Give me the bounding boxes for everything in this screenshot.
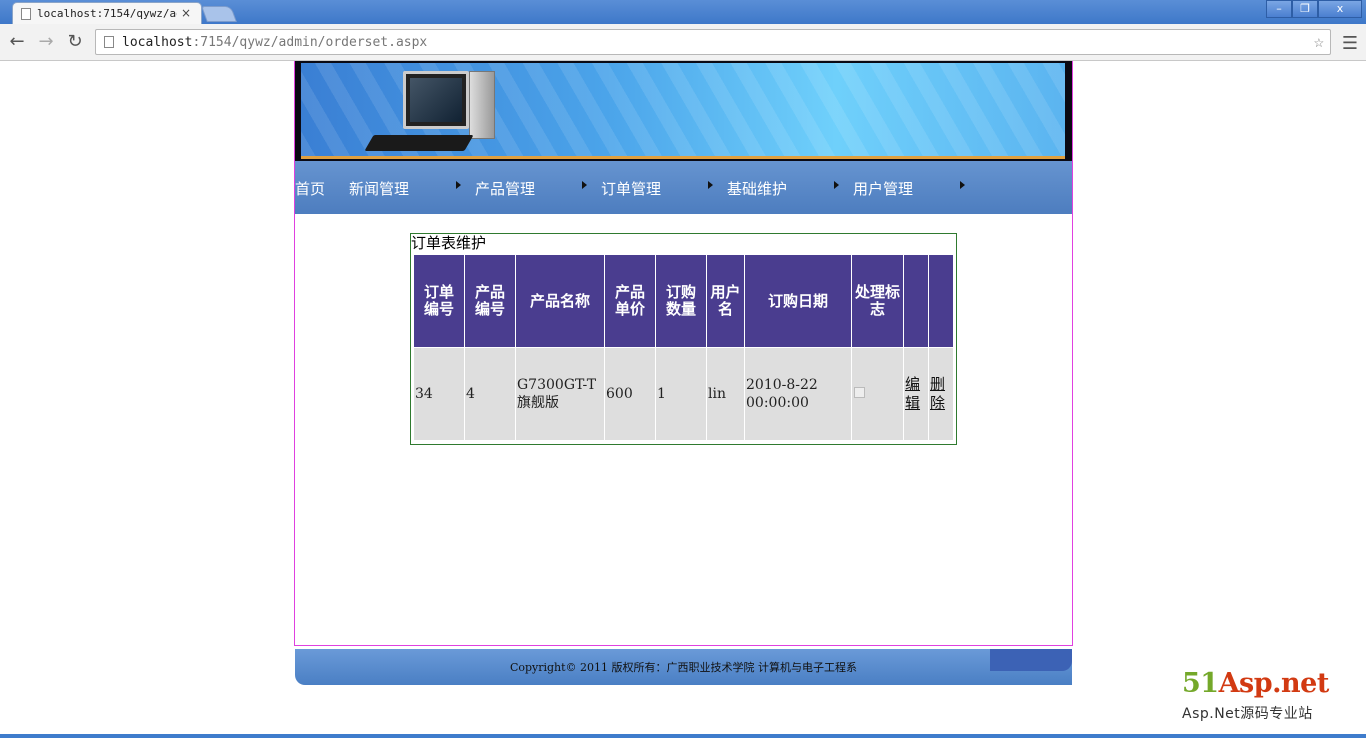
header-product-name: 产品名称: [516, 255, 604, 347]
bookmark-star-icon[interactable]: ☆: [1314, 32, 1324, 52]
header-delete: [929, 255, 953, 347]
cell-quantity: 1: [656, 348, 706, 440]
cell-product-name: G7300GT-T旗舰版: [516, 348, 604, 440]
edit-link[interactable]: 编辑: [905, 375, 920, 412]
browser-titlebar: localhost:7154/qywz/adm × – ❐ x: [0, 0, 1366, 24]
nav-item-news[interactable]: 新闻管理: [349, 178, 409, 199]
browser-tab[interactable]: localhost:7154/qywz/adm ×: [12, 2, 202, 24]
browser-toolbar: ← → ↻ localhost:7154/qywz/admin/orderset…: [0, 24, 1366, 61]
table-header-row: 订单 编号 产品 编号 产品名称 产品 单价 订购 数量 用户名 订购日期 处理标志: [414, 255, 953, 347]
nav-arrow-icon: [708, 181, 713, 189]
cell-processed: [852, 348, 903, 440]
chrome-menu-icon[interactable]: ☰: [1342, 33, 1358, 54]
nav-item-users[interactable]: 用户管理: [853, 178, 913, 199]
cell-price: 600: [605, 348, 655, 440]
cell-edit: 编辑: [904, 348, 928, 440]
back-arrow-icon[interactable]: ←: [6, 31, 28, 53]
nav-item-products[interactable]: 产品管理: [475, 178, 535, 199]
taskbar-edge: [0, 734, 1366, 738]
cell-username: lin: [707, 348, 744, 440]
cell-order-date: 2010-8-22 00:00:00: [745, 348, 851, 440]
tab-title: localhost:7154/qywz/adm: [37, 7, 177, 20]
header-username: 用户名: [707, 255, 744, 347]
site-banner: [295, 61, 1072, 161]
watermark-title: 51Asp.net: [1182, 668, 1329, 699]
tab-close-icon[interactable]: ×: [181, 6, 191, 20]
nav-item-home[interactable]: 首页: [295, 178, 325, 199]
site-footer: Copyright© 2011 版权所有：广西职业技术学院 计算机与电子工程系: [295, 649, 1072, 685]
footer-decoration: [990, 649, 1072, 671]
computer-monitor-image: [403, 71, 469, 129]
orders-table: 订单 编号 产品 编号 产品名称 产品 单价 订购 数量 用户名 订购日期 处理标志 3…: [413, 254, 954, 441]
restore-button[interactable]: ❐: [1292, 0, 1318, 18]
computer-tower-image: [469, 71, 495, 139]
address-bar[interactable]: localhost:7154/qywz/admin/orderset.aspx …: [95, 29, 1331, 55]
nav-arrow-icon: [582, 181, 587, 189]
nav-arrow-icon: [834, 181, 839, 189]
url-host: localhost: [122, 34, 193, 50]
panel-title: 订单表维护: [411, 234, 487, 252]
minimize-button[interactable]: –: [1266, 0, 1292, 18]
page-icon: [104, 36, 114, 48]
nav-item-basic-maintenance[interactable]: 基础维护: [727, 178, 787, 199]
reload-icon[interactable]: ↻: [64, 31, 86, 53]
nav-item-orders[interactable]: 订单管理: [601, 178, 661, 199]
url-path: :7154/qywz/admin/orderset.aspx: [192, 34, 428, 50]
page-icon: [21, 7, 31, 20]
header-product-id: 产品 编号: [465, 255, 515, 347]
page-container: 首页 新闻管理 产品管理 订单管理 基础维护 用户管理 订单表维护 订单 编号 产…: [294, 61, 1073, 646]
order-maintenance-panel: 订单表维护 订单 编号 产品 编号 产品名称 产品 单价 订购 数量 用户名 订购日期 …: [410, 233, 957, 445]
cell-product-id: 4: [465, 348, 515, 440]
header-order-id: 订单 编号: [414, 255, 464, 347]
processed-checkbox[interactable]: [854, 387, 865, 398]
new-tab-button[interactable]: [201, 6, 237, 22]
header-quantity: 订购 数量: [656, 255, 706, 347]
keyboard-image: [364, 135, 474, 151]
nav-arrow-icon: [456, 181, 461, 189]
main-nav: 首页 新闻管理 产品管理 订单管理 基础维护 用户管理: [295, 161, 1072, 214]
banner-image: [301, 63, 1065, 159]
delete-link[interactable]: 删除: [930, 375, 945, 412]
header-processed: 处理标志: [852, 255, 903, 347]
header-price: 产品 单价: [605, 255, 655, 347]
banner-divider: [301, 156, 1065, 159]
forward-arrow-icon[interactable]: →: [35, 31, 57, 53]
window-controls: – ❐ x: [1266, 0, 1362, 18]
nav-arrow-icon: [960, 181, 965, 189]
cell-order-id: 34: [414, 348, 464, 440]
close-window-button[interactable]: x: [1318, 0, 1362, 18]
cell-delete: 删除: [929, 348, 953, 440]
header-edit: [904, 255, 928, 347]
copyright-text: Copyright© 2011 版权所有：广西职业技术学院 计算机与电子工程系: [509, 661, 858, 674]
table-row: 34 4 G7300GT-T旗舰版 600 1 lin 2010-8-22 00…: [414, 348, 953, 440]
watermark-subtitle: Asp.Net源码专业站: [1182, 706, 1313, 722]
header-order-date: 订购日期: [745, 255, 851, 347]
watermark-logo: 51Asp.net Asp.Net源码专业站: [1178, 668, 1353, 728]
